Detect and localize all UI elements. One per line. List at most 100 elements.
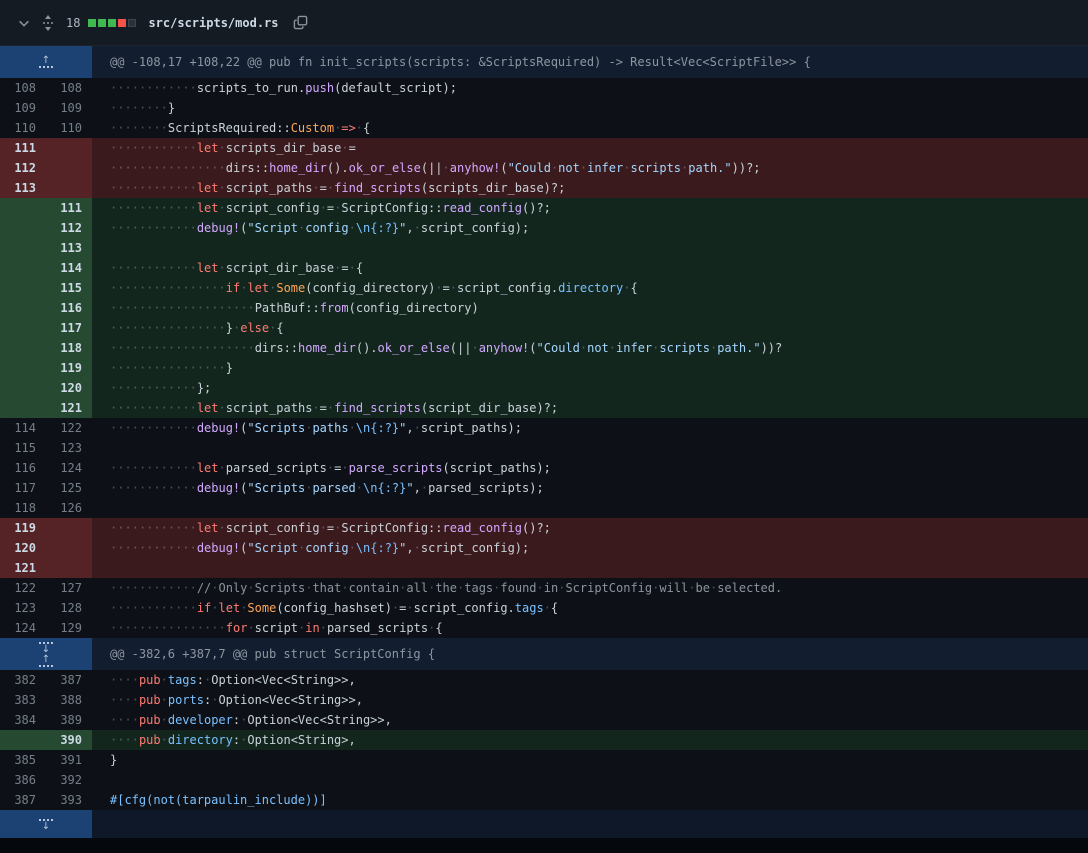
- new-line-number[interactable]: 126: [46, 498, 92, 518]
- new-line-number[interactable]: [46, 538, 92, 558]
- copy-path-button[interactable]: [289, 11, 313, 35]
- new-line-number[interactable]: 128: [46, 598, 92, 618]
- code-line: ····pub·ports:·Option<Vec<String>>,: [92, 690, 1088, 710]
- new-line-number[interactable]: 120: [46, 378, 92, 398]
- old-line-number[interactable]: [0, 378, 46, 398]
- hunk-expander-gutter[interactable]: ↑: [0, 46, 92, 78]
- old-line-number[interactable]: 121: [0, 558, 46, 578]
- new-line-number[interactable]: 118: [46, 338, 92, 358]
- old-line-number[interactable]: [0, 358, 46, 378]
- new-line-number[interactable]: 113: [46, 238, 92, 258]
- old-line-number[interactable]: [0, 278, 46, 298]
- diff-line: 123128············if·let·Some(config_has…: [0, 598, 1088, 618]
- diff-line: 124129················for·script·in·pars…: [0, 618, 1088, 638]
- old-line-number[interactable]: [0, 198, 46, 218]
- old-line-number[interactable]: 115: [0, 438, 46, 458]
- new-line-number[interactable]: 129: [46, 618, 92, 638]
- new-line-number[interactable]: 389: [46, 710, 92, 730]
- collapse-file-button[interactable]: [12, 11, 36, 35]
- new-line-number[interactable]: 108: [46, 78, 92, 98]
- old-line-number[interactable]: [0, 298, 46, 318]
- diffstat-block-add: [108, 19, 116, 27]
- new-line-number[interactable]: 122: [46, 418, 92, 438]
- diffstat-block-neutral: [128, 19, 136, 27]
- new-line-number[interactable]: 110: [46, 118, 92, 138]
- new-line-number[interactable]: [46, 138, 92, 158]
- hunk-expander-gutter[interactable]: ↓↑: [0, 638, 92, 670]
- new-line-number[interactable]: 112: [46, 218, 92, 238]
- new-line-number[interactable]: 117: [46, 318, 92, 338]
- old-line-number[interactable]: 113: [0, 178, 46, 198]
- old-line-number[interactable]: 119: [0, 518, 46, 538]
- old-line-number[interactable]: 109: [0, 98, 46, 118]
- code-line: ····pub·tags:·Option<Vec<String>>,: [92, 670, 1088, 690]
- old-line-number[interactable]: [0, 218, 46, 238]
- new-line-number[interactable]: 119: [46, 358, 92, 378]
- code-line: ····················PathBuf::from(config…: [92, 298, 1088, 318]
- code-line: ················dirs::home_dir().ok_or_e…: [92, 158, 1088, 178]
- code-line: ········ScriptsRequired::Custom·=>·{: [92, 118, 1088, 138]
- diff-line: 112 ················dirs::home_dir().ok_o…: [0, 158, 1088, 178]
- new-line-number[interactable]: 109: [46, 98, 92, 118]
- old-line-number[interactable]: 117: [0, 478, 46, 498]
- old-line-number[interactable]: 383: [0, 690, 46, 710]
- old-line-number[interactable]: 123: [0, 598, 46, 618]
- hunk-expander-gutter[interactable]: ↓: [0, 810, 92, 838]
- old-line-number[interactable]: [0, 318, 46, 338]
- old-line-number[interactable]: 122: [0, 578, 46, 598]
- new-line-number[interactable]: 121: [46, 398, 92, 418]
- old-line-number[interactable]: 118: [0, 498, 46, 518]
- old-line-number[interactable]: [0, 238, 46, 258]
- new-line-number[interactable]: 388: [46, 690, 92, 710]
- new-line-number[interactable]: 387: [46, 670, 92, 690]
- page-background: [0, 838, 1088, 853]
- old-line-number[interactable]: [0, 338, 46, 358]
- old-line-number[interactable]: 382: [0, 670, 46, 690]
- file-path-link[interactable]: src/scripts/mod.rs: [148, 16, 278, 30]
- code-line: ················}·else·{: [92, 318, 1088, 338]
- new-line-number[interactable]: 124: [46, 458, 92, 478]
- expand-up-button[interactable]: ↑: [39, 56, 53, 69]
- old-line-number[interactable]: [0, 730, 46, 750]
- old-line-number[interactable]: 385: [0, 750, 46, 770]
- new-line-number[interactable]: 391: [46, 750, 92, 770]
- old-line-number[interactable]: 116: [0, 458, 46, 478]
- new-line-number[interactable]: 127: [46, 578, 92, 598]
- code-line: ············};: [92, 378, 1088, 398]
- old-line-number[interactable]: 384: [0, 710, 46, 730]
- new-line-number[interactable]: 123: [46, 438, 92, 458]
- diff-line: 116124············let·parsed_scripts·=·p…: [0, 458, 1088, 478]
- new-line-number[interactable]: 125: [46, 478, 92, 498]
- new-line-number[interactable]: [46, 158, 92, 178]
- new-line-number[interactable]: 111: [46, 198, 92, 218]
- new-line-number[interactable]: 115: [46, 278, 92, 298]
- old-line-number[interactable]: [0, 258, 46, 278]
- new-line-number[interactable]: 116: [46, 298, 92, 318]
- old-line-number[interactable]: 387: [0, 790, 46, 810]
- old-line-number[interactable]: 114: [0, 418, 46, 438]
- code-line: ············debug!("Script·config·\n{:?}…: [92, 538, 1088, 558]
- expand-down-button[interactable]: ↓: [39, 818, 53, 831]
- new-line-number[interactable]: 114: [46, 258, 92, 278]
- new-line-number[interactable]: [46, 558, 92, 578]
- new-line-number[interactable]: 392: [46, 770, 92, 790]
- new-line-number[interactable]: [46, 178, 92, 198]
- expand-down-button[interactable]: ↓: [39, 641, 53, 654]
- old-line-number[interactable]: 386: [0, 770, 46, 790]
- old-line-number[interactable]: 124: [0, 618, 46, 638]
- expand-up-button[interactable]: ↑: [39, 655, 53, 668]
- unfold-file-button[interactable]: [36, 11, 60, 35]
- new-line-number[interactable]: 393: [46, 790, 92, 810]
- diff-line: 122127············//·Only·Scripts·that·c…: [0, 578, 1088, 598]
- old-line-number[interactable]: 110: [0, 118, 46, 138]
- old-line-number[interactable]: 112: [0, 158, 46, 178]
- old-line-number[interactable]: [0, 398, 46, 418]
- diffstat-block-add: [88, 19, 96, 27]
- diff-line: 109109········}: [0, 98, 1088, 118]
- code-line: ················if·let·Some(config_direc…: [92, 278, 1088, 298]
- old-line-number[interactable]: 108: [0, 78, 46, 98]
- old-line-number[interactable]: 111: [0, 138, 46, 158]
- old-line-number[interactable]: 120: [0, 538, 46, 558]
- new-line-number[interactable]: 390: [46, 730, 92, 750]
- new-line-number[interactable]: [46, 518, 92, 538]
